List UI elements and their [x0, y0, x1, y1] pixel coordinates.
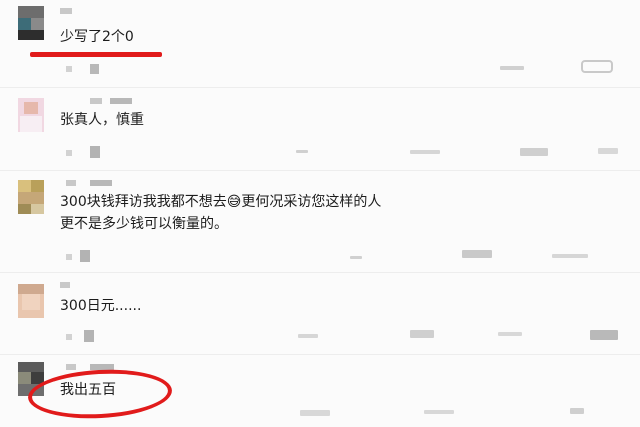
comment-item: 300日元...... — [0, 274, 640, 354]
reply-blur — [84, 330, 94, 342]
username-blur — [90, 98, 102, 104]
comment-text-line: 更不是多少钱可以衡量的。 — [60, 216, 228, 232]
comment-text: 300日元...... — [60, 298, 142, 314]
time-blur — [66, 254, 72, 260]
action-blur — [598, 148, 618, 154]
action-blur — [462, 250, 492, 258]
avatar[interactable] — [18, 284, 44, 318]
username-blur — [110, 98, 132, 104]
divider — [0, 170, 640, 171]
reply-blur — [90, 64, 99, 74]
action-blur — [350, 256, 362, 259]
divider — [0, 87, 640, 88]
comment-item: 张真人，慎重 — [0, 90, 640, 170]
username-blur — [60, 8, 72, 14]
action-blur — [520, 148, 548, 156]
time-blur — [66, 334, 72, 340]
avatar[interactable] — [18, 180, 44, 214]
username-blur — [60, 282, 70, 288]
action-blur — [296, 150, 308, 153]
divider — [0, 272, 640, 273]
divider — [0, 354, 640, 355]
username-blur — [66, 364, 76, 370]
comment-text: 张真人，慎重 — [60, 112, 144, 128]
action-blur — [552, 254, 588, 258]
avatar[interactable] — [18, 6, 44, 40]
time-blur — [66, 150, 72, 156]
comment-text: 少写了2个0 — [60, 29, 134, 45]
action-blur — [300, 410, 330, 416]
action-blur — [498, 332, 522, 336]
reply-blur — [90, 146, 100, 158]
red-underline — [30, 52, 162, 57]
action-blur — [500, 66, 524, 70]
username-blur — [66, 180, 76, 186]
action-blur — [570, 408, 584, 414]
action-blur — [410, 150, 440, 154]
action-blur — [410, 330, 434, 338]
comment-text-line: 300块钱拜访我我都不想去😅更何况采访您这样的人 — [60, 194, 382, 210]
username-blur — [90, 180, 112, 186]
time-blur — [66, 66, 72, 72]
like-icon[interactable] — [581, 60, 613, 73]
reply-blur — [80, 250, 90, 262]
comment-item: 300块钱拜访我我都不想去😅更何况采访您这样的人 更不是多少钱可以衡量的。 — [0, 172, 640, 272]
comment-item: 少写了2个0 — [0, 0, 640, 80]
avatar[interactable] — [18, 98, 44, 132]
action-blur — [424, 410, 454, 414]
action-blur — [298, 334, 318, 338]
action-blur — [590, 330, 618, 340]
